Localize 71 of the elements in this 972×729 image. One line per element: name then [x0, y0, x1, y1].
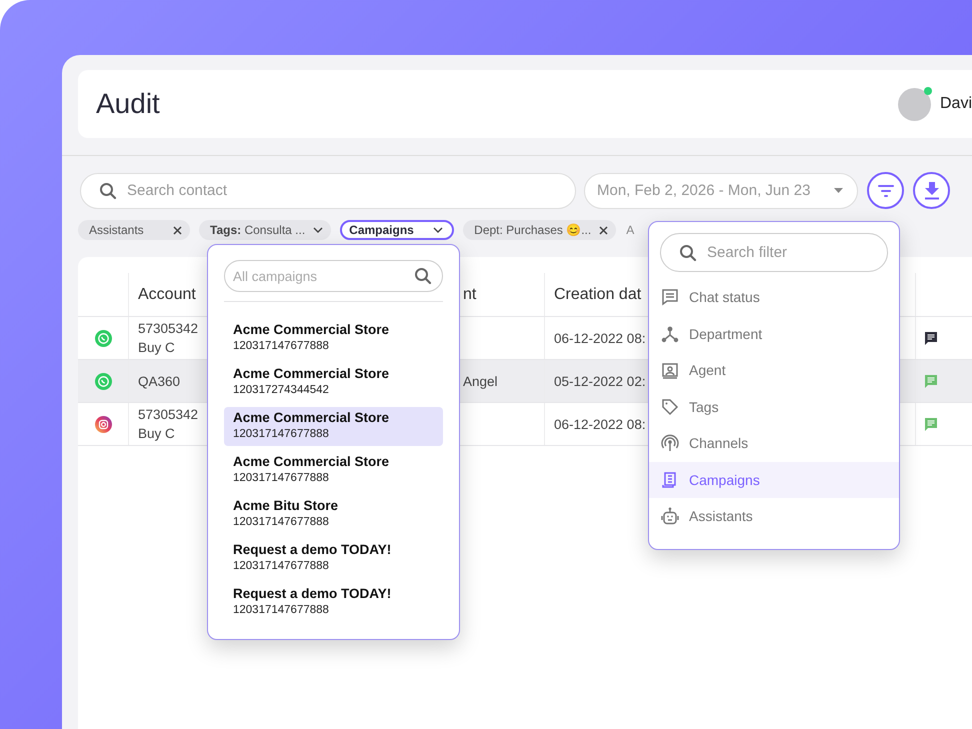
- document-icon: [661, 470, 679, 489]
- id-card-icon: [661, 361, 679, 380]
- account-detail: Buy C: [138, 425, 175, 443]
- column-header: Creation dat: [554, 285, 642, 304]
- page-title: Audit: [96, 88, 160, 120]
- campaign-id: 120317147677888: [233, 559, 329, 574]
- user-name: Davi: [940, 95, 972, 113]
- filter-option[interactable]: Department: [649, 316, 899, 352]
- account-cell-text: 57305342: [138, 320, 198, 338]
- column-header: Account: [138, 285, 196, 304]
- filter-option[interactable]: Assistants: [649, 498, 899, 534]
- filter-option[interactable]: Agent: [649, 352, 899, 388]
- campaign-name: Request a demo TODAY!: [233, 585, 392, 602]
- filter-option[interactable]: Channels: [649, 425, 899, 462]
- filter-option[interactable]: Chat status: [649, 279, 899, 316]
- campaign-id: 120317147677888: [233, 471, 329, 486]
- campaign-name: Acme Commercial Store: [233, 365, 390, 382]
- campaign-id: 120317147677888: [233, 603, 329, 618]
- filter-chip[interactable]: Assistants: [78, 220, 190, 240]
- table-cell-text: Angel: [463, 372, 498, 390]
- campaign-option[interactable]: Acme Commercial Store 120317147677888: [224, 407, 443, 446]
- account-detail: Buy C: [138, 339, 175, 357]
- campaign-option[interactable]: Acme Commercial Store 120317147677888: [224, 451, 443, 490]
- account-cell-text: QA360: [138, 372, 180, 390]
- account-cell-text: 57305342: [138, 406, 198, 424]
- campaign-option[interactable]: Request a demo TODAY! 120317147677888: [224, 539, 443, 578]
- download-icon: [924, 182, 940, 200]
- hierarchy-icon: [661, 324, 679, 343]
- campaign-name: Acme Bitu Store: [233, 497, 338, 514]
- campaign-option[interactable]: Acme Commercial Store 120317274344542: [224, 363, 443, 402]
- filter-chip[interactable]: Campaigns: [340, 220, 454, 240]
- campaign-id: 120317147677888: [233, 339, 329, 354]
- campaign-name: Acme Commercial Store: [233, 453, 390, 470]
- search-icon: [414, 267, 432, 285]
- chevron-down-icon: [433, 227, 444, 233]
- download-button[interactable]: [913, 172, 950, 209]
- filter-button[interactable]: [867, 172, 904, 209]
- campaign-id: 120317274344542: [233, 383, 329, 398]
- filter-option[interactable]: Campaigns: [649, 462, 899, 498]
- chevron-down-icon: [313, 227, 324, 233]
- campaign-option[interactable]: Acme Commercial Store 120317147677888: [224, 319, 443, 358]
- remove-icon[interactable]: [599, 226, 608, 234]
- tag-icon: [661, 398, 679, 416]
- filter-chip-label[interactable]: A: [625, 223, 636, 237]
- campaign-id: 120317147677888: [233, 427, 329, 442]
- campaign-name: Request a demo TODAY!: [233, 541, 392, 558]
- date-cell-text: 06-12-2022 08:: [554, 416, 646, 434]
- filter-chip[interactable]: Tags: Consulta ...: [199, 220, 332, 240]
- campaign-id: 120317147677888: [233, 515, 329, 530]
- campaign-option[interactable]: Request a demo TODAY! 120317147677888: [224, 583, 443, 622]
- campaign-option[interactable]: Acme Bitu Store 120317147677888: [224, 495, 443, 534]
- robot-icon: [661, 507, 679, 526]
- search-icon: [679, 244, 697, 262]
- list-bubble-icon: [661, 288, 679, 306]
- search-icon: [99, 182, 117, 200]
- antenna-icon: [661, 434, 679, 452]
- campaign-name: Acme Commercial Store: [233, 409, 390, 426]
- filter-search-input[interactable]: Search filter: [707, 234, 887, 271]
- filter-option[interactable]: Tags: [649, 388, 899, 425]
- date-cell-text: 05-12-2022 02:: [554, 372, 646, 390]
- date-cell-text: 06-12-2022 08:: [554, 330, 646, 348]
- campaign-search-field[interactable]: All campaigns: [224, 260, 443, 292]
- filter-search-field[interactable]: Search filter: [660, 233, 888, 272]
- remove-icon[interactable]: [173, 226, 182, 234]
- campaign-search-input[interactable]: All campaigns: [233, 261, 414, 291]
- filter-chip[interactable]: Dept: Purchases 😊...: [463, 220, 616, 240]
- campaign-name: Acme Commercial Store: [233, 321, 390, 338]
- column-header: nt: [463, 285, 476, 304]
- filter-icon: [878, 184, 894, 196]
- chat-bubble-icon[interactable]: [924, 331, 938, 345]
- caret-icon: [834, 188, 843, 193]
